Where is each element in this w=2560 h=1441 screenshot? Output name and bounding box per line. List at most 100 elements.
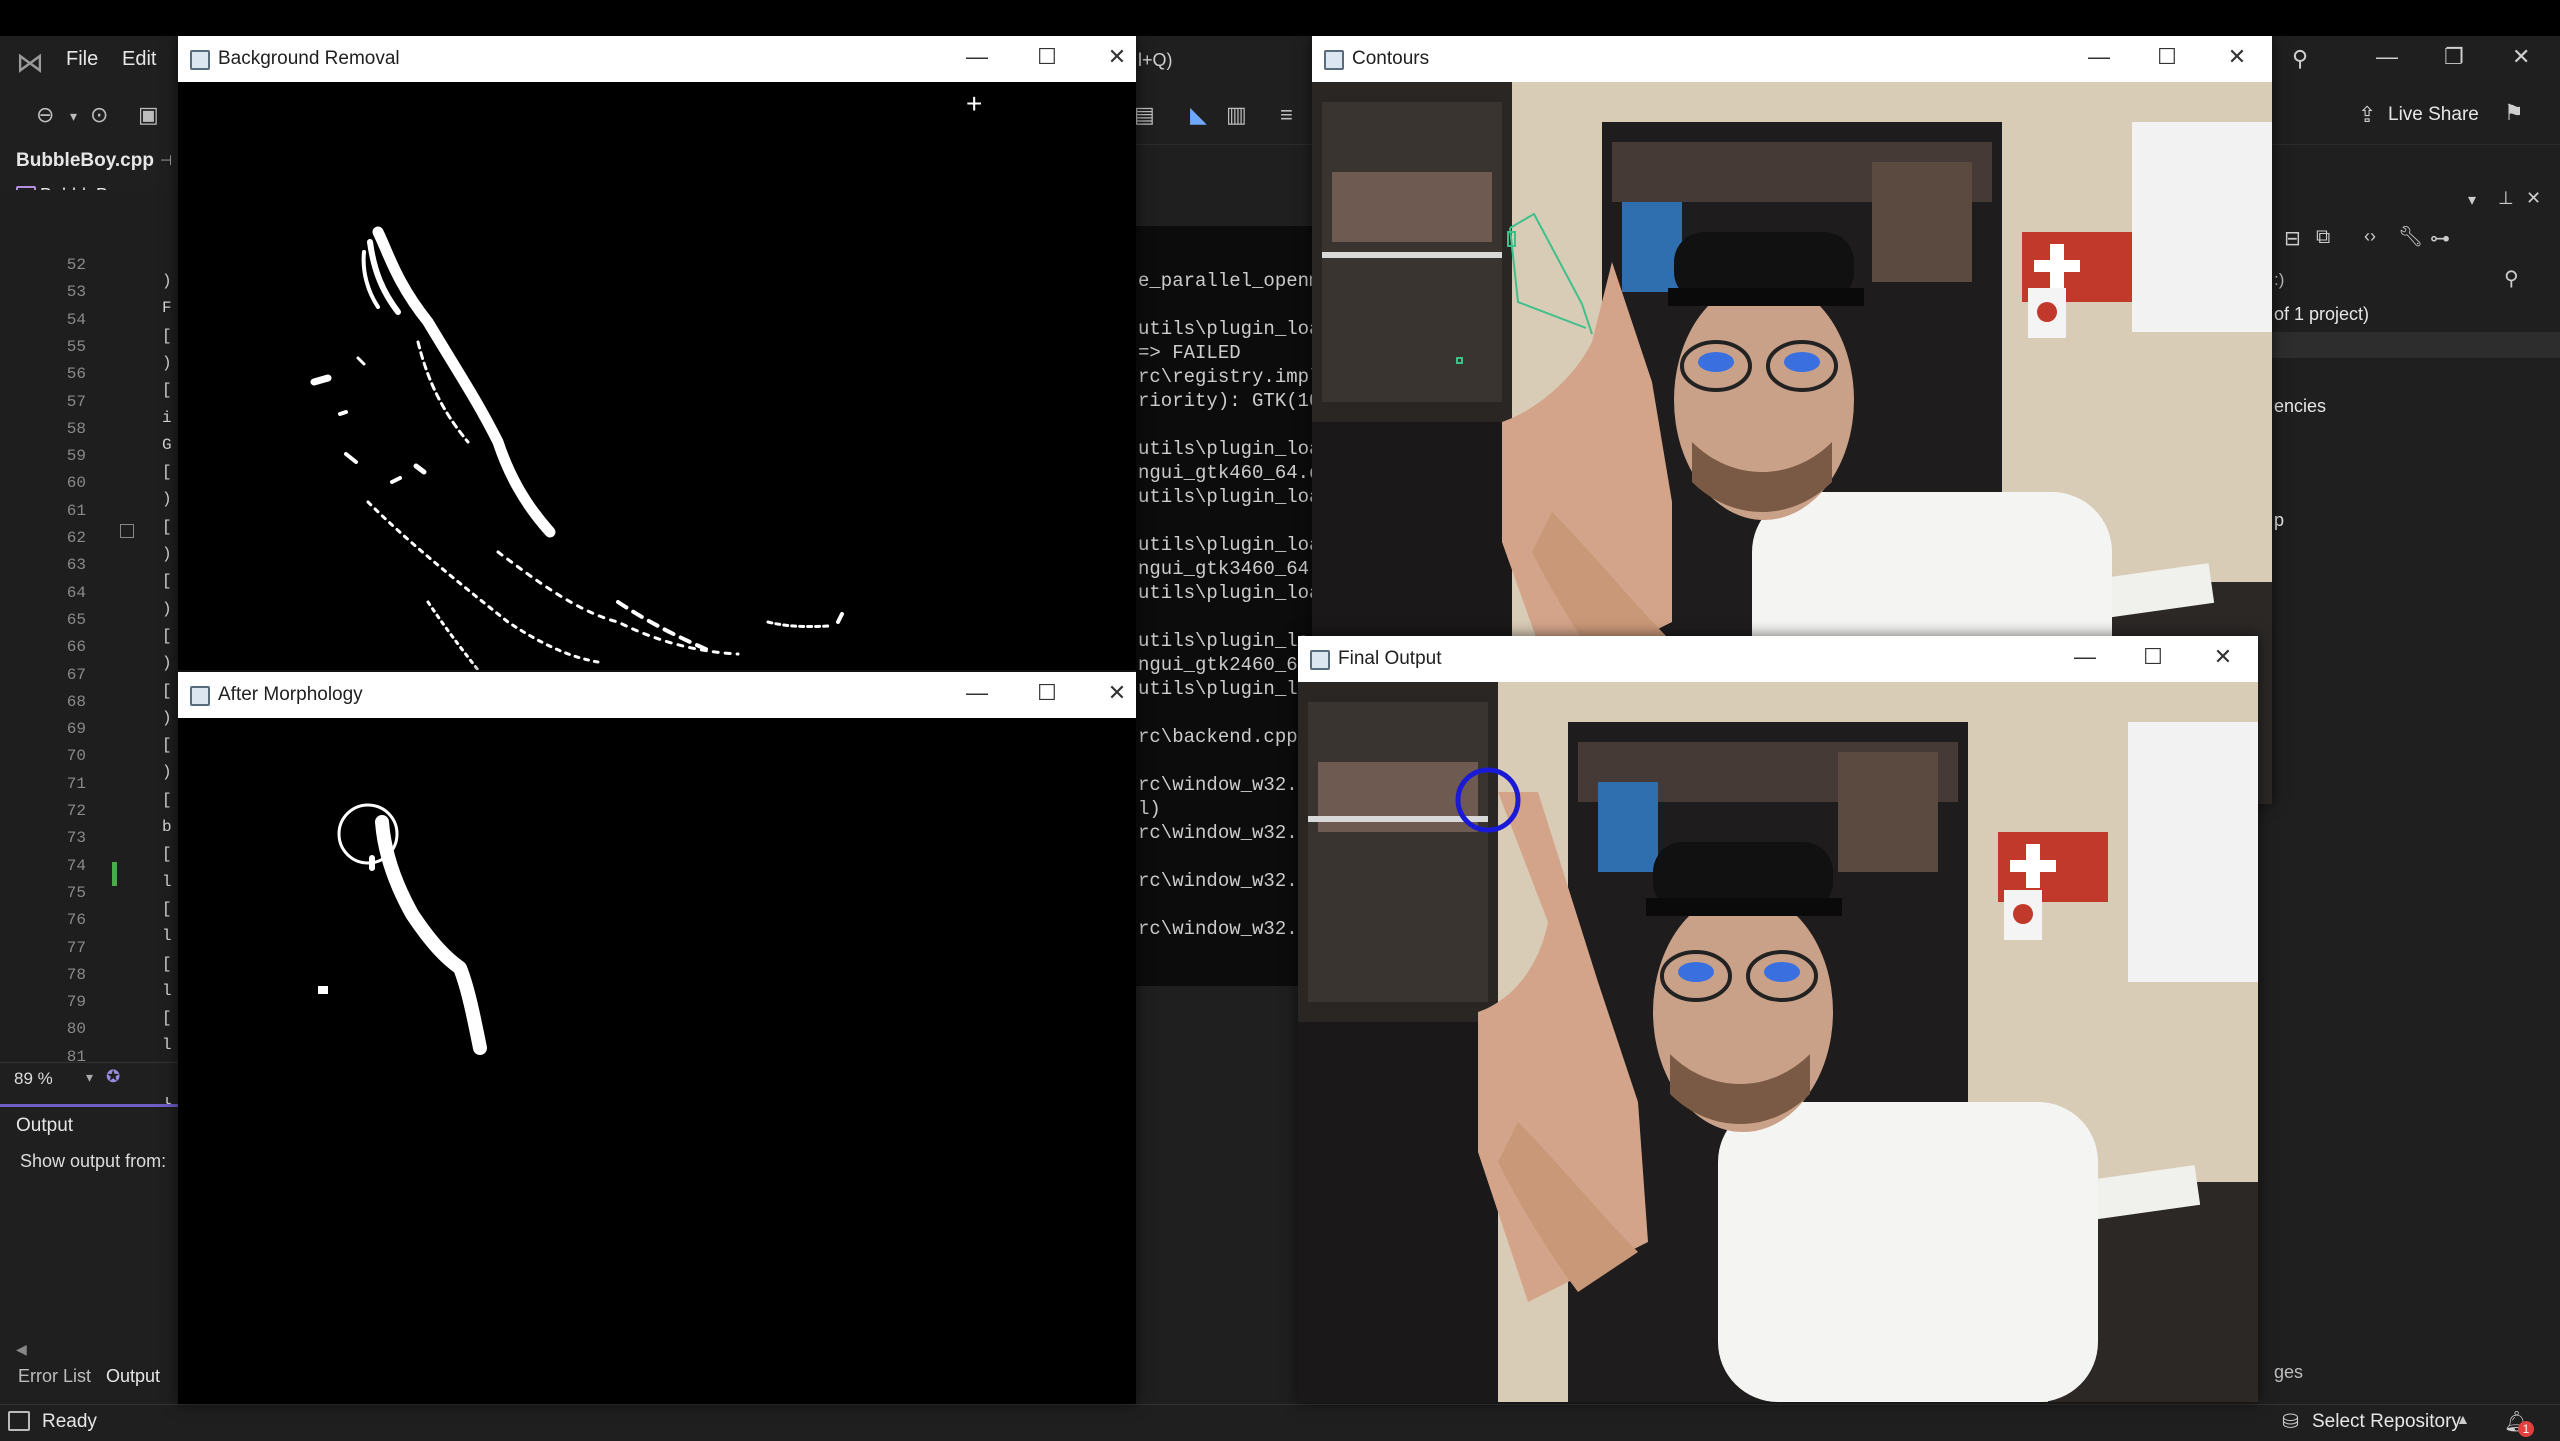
pane-options-icon[interactable]: ▾	[2468, 190, 2476, 210]
code-fragment[interactable]: [	[162, 463, 172, 481]
pin-icon[interactable]: ⊥	[2498, 188, 2514, 209]
back-icon[interactable]: ⊖	[36, 102, 54, 128]
code-fragment[interactable]: G	[162, 436, 172, 454]
minimize-button[interactable]: —	[962, 680, 992, 706]
toolbar-collapse-icon[interactable]: ⊟	[2284, 226, 2301, 251]
app-icon	[190, 50, 210, 70]
window-title-bar[interactable]: Contours — ☐ ✕	[1312, 36, 2272, 82]
solution-item-fragment[interactable]: p	[2274, 510, 2284, 531]
code-fragment[interactable]: [	[162, 327, 172, 345]
collapse-marker[interactable]	[120, 524, 134, 538]
live-share-icon[interactable]: ⇪	[2358, 102, 2376, 128]
code-fragment[interactable]: F	[162, 299, 172, 317]
code-fragment[interactable]: [	[162, 900, 172, 918]
background-removal-window[interactable]: Background Removal — ☐ ✕ +	[178, 36, 1136, 670]
feedback-icon[interactable]: ⚑	[2504, 100, 2524, 126]
code-fragment[interactable]: l	[162, 873, 172, 891]
maximize-button[interactable]: ☐	[1032, 44, 1062, 70]
close-icon[interactable]: ✕	[2526, 188, 2541, 209]
line-number: 70	[66, 747, 86, 766]
repository-icon[interactable]: ⛁	[2282, 1409, 2299, 1434]
close-button[interactable]: ✕	[1102, 44, 1132, 70]
tab-output[interactable]: Output	[106, 1366, 160, 1387]
code-fragment[interactable]: )	[162, 709, 172, 727]
code-editor[interactable]: 52) 53 F 54 [55) 56 [57 i 58 G 59 [60) 61 [62) 63 [64) 6…	[0, 190, 180, 1230]
selected-row[interactable]	[2272, 332, 2560, 358]
code-fragment[interactable]: [	[162, 736, 172, 754]
menu-edit[interactable]: Edit	[122, 48, 156, 71]
code-view-icon[interactable]: ‹›	[2364, 226, 2376, 247]
intellicode-icon[interactable]: ✪	[106, 1067, 120, 1087]
code-fragment[interactable]: [	[162, 845, 172, 863]
forward-icon[interactable]: ⊙	[90, 102, 108, 128]
window-title-bar[interactable]: Background Removal — ☐ ✕	[178, 36, 1136, 82]
account-icon[interactable]: ⚲	[2292, 46, 2308, 72]
console-line: utils\plugin_load	[1138, 534, 1316, 556]
preview-icon[interactable]: ⊶	[2430, 226, 2450, 251]
console-line: utils\plugin_load	[1138, 630, 1316, 652]
zoom-level[interactable]: 89 %	[14, 1069, 53, 1089]
window-title-bar[interactable]: After Morphology — ☐ ✕	[178, 672, 1136, 718]
console-line: riority): GTK(100	[1138, 390, 1316, 412]
maximize-button[interactable]: ☐	[1032, 680, 1062, 706]
chevron-down-icon[interactable]: ▾	[86, 1069, 93, 1086]
code-fragment[interactable]: [	[162, 682, 172, 700]
code-fragment[interactable]: [	[162, 518, 172, 536]
code-fragment[interactable]: [	[162, 791, 172, 809]
code-fragment[interactable]: [	[162, 955, 172, 973]
background-removal-mask: +	[178, 82, 1136, 670]
maximize-button[interactable]: ☐	[2152, 44, 2182, 70]
menu-file[interactable]: File	[66, 48, 98, 71]
wrench-icon[interactable]: 🔧︎	[2398, 224, 2423, 249]
solution-explorer: ▾ ⊥ ✕ ⊟ ⧉ ‹› 🔧︎ ⊶ :) ⚲ of 1 project) enc…	[2272, 184, 2560, 1382]
maximize-button[interactable]: ☐	[2138, 644, 2168, 670]
tab-error-list[interactable]: Error List	[18, 1366, 91, 1387]
toolbar-pages-icon[interactable]: ⧉	[2316, 226, 2330, 249]
code-fragment[interactable]: )	[162, 272, 172, 290]
scroll-left-icon[interactable]: ◀	[16, 1341, 27, 1358]
toolbar-icon-b[interactable]: ▥	[1226, 102, 1247, 128]
code-fragment[interactable]: [	[162, 1009, 172, 1027]
close-button[interactable]: ✕	[1102, 680, 1132, 706]
after-morphology-window[interactable]: After Morphology — ☐ ✕	[178, 672, 1136, 1404]
file-tab-bubbleboy[interactable]: BubbleBoy.cpp	[16, 150, 154, 172]
window-title-bar[interactable]: Final Output — ☐ ✕	[1298, 636, 2258, 682]
toolbar-icon-c[interactable]: ≡	[1280, 102, 1293, 128]
final-output-window[interactable]: Final Output — ☐ ✕	[1298, 636, 2258, 1402]
code-fragment[interactable]: i	[162, 409, 172, 427]
vs-minimize-button[interactable]: —	[2376, 44, 2398, 70]
toolbar-icon-a[interactable]: ▤	[1134, 102, 1155, 128]
search-solution-field[interactable]: :)	[2274, 270, 2284, 290]
code-fragment[interactable]: [	[162, 572, 172, 590]
select-repository-button[interactable]: Select Repository	[2312, 1411, 2461, 1433]
code-fragment[interactable]: )	[162, 763, 172, 781]
code-fragment[interactable]: )	[162, 545, 172, 563]
chevron-down-icon[interactable]: ▾	[70, 108, 77, 125]
code-fragment[interactable]: l	[162, 982, 172, 1000]
pointer-icon[interactable]: ◣	[1190, 102, 1207, 128]
vs-close-button[interactable]: ✕	[2512, 44, 2530, 70]
minimize-button[interactable]: —	[962, 44, 992, 70]
dependencies-label[interactable]: encies	[2274, 396, 2326, 417]
new-item-icon[interactable]: ▣	[138, 102, 159, 128]
solution-root-label[interactable]: of 1 project)	[2274, 304, 2369, 325]
code-fragment[interactable]: )	[162, 354, 172, 372]
close-button[interactable]: ✕	[2208, 644, 2238, 670]
code-fragment[interactable]: )	[162, 654, 172, 672]
minimize-button[interactable]: —	[2084, 44, 2114, 70]
search-icon[interactable]: ⚲	[2504, 266, 2519, 291]
git-changes-tab[interactable]: ges	[2274, 1362, 2303, 1383]
code-fragment[interactable]: b	[162, 818, 172, 836]
close-button[interactable]: ✕	[2222, 44, 2252, 70]
code-fragment[interactable]: [	[162, 627, 172, 645]
code-fragment[interactable]: l	[162, 927, 172, 945]
code-fragment[interactable]: [	[162, 381, 172, 399]
chevron-up-icon[interactable]: ▲	[2456, 1411, 2470, 1427]
code-fragment[interactable]: )	[162, 600, 172, 618]
pin-icon[interactable]: ⊣	[160, 152, 172, 169]
code-fragment[interactable]: )	[162, 490, 172, 508]
minimize-button[interactable]: —	[2070, 644, 2100, 670]
code-fragment[interactable]: l	[162, 1036, 172, 1054]
live-share-button[interactable]: Live Share	[2388, 104, 2479, 126]
vs-restore-button[interactable]: ❐	[2444, 44, 2464, 70]
